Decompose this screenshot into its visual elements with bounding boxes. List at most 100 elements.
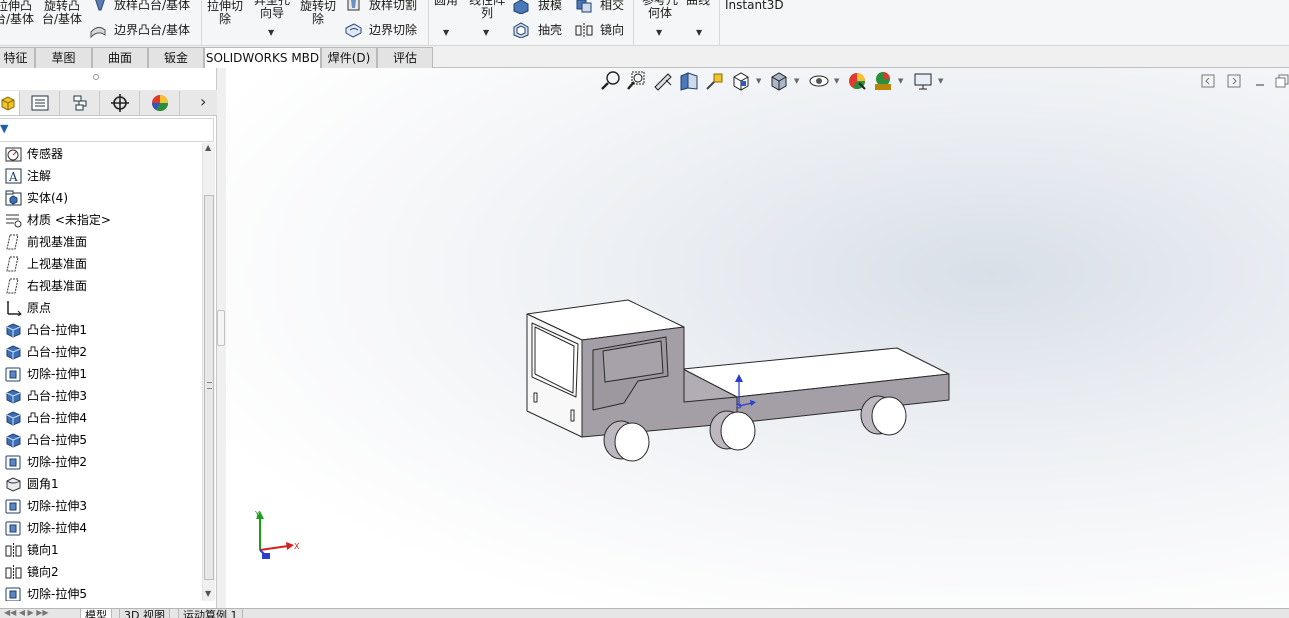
tree-item[interactable]: 镜向1 [0,539,200,561]
tree-scroll-thumb[interactable] [204,195,214,580]
tree-item[interactable]: 实体(4) [0,187,200,209]
mirror-icon [5,543,22,558]
boss-extrude-icon [6,345,21,360]
tab-display-manager[interactable] [140,91,180,115]
tree-item[interactable]: 切除-拉伸2 [0,451,200,473]
tab-configuration-manager[interactable] [60,91,100,115]
intersect-icon [576,0,592,13]
tab-surfaces[interactable]: 曲面 [92,47,148,68]
shell-icon [513,22,529,38]
tree-item[interactable]: 切除-拉伸5 [0,583,200,601]
mirror-icon [575,23,593,38]
scroll-down-arrow-icon[interactable]: ▼ [205,589,211,598]
tree-scrollbar[interactable]: ▲ ▼ [202,143,215,601]
loft-boss-button[interactable]: 放样凸台/基体 [114,0,190,12]
tree-item[interactable]: 原点 [0,297,200,319]
tab-sheet-metal[interactable]: 钣金 [148,47,204,68]
revolve-boss-button[interactable]: 旋转凸 台/基体 [40,0,84,26]
tree-item-label: 注解 [27,169,52,183]
boundary-cut-button[interactable]: 边界切除 [369,24,417,37]
revolve-cut-button[interactable]: 旋转切 除 [297,0,339,26]
feature-tree: 传感器 A 注解 实体(4) 材质 <未指定> 前视基准面 上视基准面 右视基准面 原点 凸台-拉… [0,143,201,601]
truck-model[interactable] [226,68,1289,608]
tree-item-label: 凸台-拉伸5 [27,433,87,447]
loft-cut-button[interactable]: 放样切割 [369,0,417,12]
tab-property-manager[interactable] [20,91,60,115]
instant3d-button[interactable]: Instant3D [725,0,784,12]
tree-item[interactable]: 前视基准面 [0,231,200,253]
panel-more-arrow[interactable]: › [200,92,206,111]
svg-text:A: A [8,170,18,184]
tab-scroll-arrows[interactable]: ◀◀ ◀ ▶ ▶▶ [4,609,70,618]
tree-item[interactable]: 切除-拉伸4 [0,517,200,539]
plane-icon [6,256,19,272]
tree-item-label: 圆角1 [27,477,59,491]
tab-evaluate[interactable]: 评估 [377,47,433,68]
tab-sketch[interactable]: 草图 [35,47,92,68]
tree-filter-input[interactable]: ▼ [0,118,214,142]
origin-icon [7,301,22,316]
tab-features[interactable]: 特征 [0,47,35,68]
tab-dimxpert-manager[interactable] [100,91,140,115]
tree-item[interactable]: 上视基准面 [0,253,200,275]
pattern-dropdown-icon[interactable]: ▼ [483,28,489,37]
cut-extrude-icon [5,499,21,514]
command-manager-ribbon: 拉伸凸 台/基体 旋转凸 台/基体 放样凸台/基体 边界凸台/基体 拉伸切 除 … [0,0,1289,46]
panel-splitter-handle[interactable] [217,310,225,346]
tree-item[interactable]: 凸台-拉伸4 [0,407,200,429]
tree-item-label: 凸台-拉伸3 [27,389,87,403]
tab-motion-study-1[interactable]: 运动算例 1 [178,609,243,618]
tree-item[interactable]: 圆角1 [0,473,200,495]
fillet-dropdown-icon[interactable]: ▼ [443,28,449,37]
cut-extrude-icon [5,587,21,601]
tree-item[interactable]: 切除-拉伸1 [0,363,200,385]
draft-button[interactable]: 拔模 [538,0,562,12]
boss-extrude-icon [6,323,21,338]
panel-grip-handle[interactable] [93,74,99,80]
curves-dropdown-icon[interactable]: ▼ [696,28,702,37]
tree-item[interactable]: 切除-拉伸3 [0,495,200,517]
intersect-button[interactable]: 相交 [600,0,624,12]
reference-geometry-button[interactable]: 参考几 何体 [638,0,682,20]
fillet-icon [6,477,21,492]
scroll-up-arrow-icon[interactable]: ▲ [205,143,211,152]
tree-item[interactable]: A 注解 [0,165,200,187]
tree-item[interactable]: 右视基准面 [0,275,200,297]
extrude-boss-button[interactable]: 拉伸凸 台/基体 [0,0,34,26]
display-manager-icon [151,95,169,112]
tree-item[interactable]: 材质 <未指定> [0,209,200,231]
hole-wizard-button[interactable]: 异型孔 向导 [252,0,292,20]
extrude-cut-button[interactable]: 拉伸切 除 [205,0,245,26]
tree-item-label: 切除-拉伸5 [27,587,87,601]
hole-wizard-dropdown-icon[interactable]: ▼ [268,28,274,37]
tab-feature-manager[interactable] [0,91,20,115]
tab-model[interactable]: 模型 [80,609,112,618]
reference-geometry-dropdown-icon[interactable]: ▼ [656,28,662,37]
loft-cut-icon [347,0,360,11]
tab-3d-views[interactable]: 3D 视图 [119,609,170,618]
tree-item[interactable]: 凸台-拉伸1 [0,319,200,341]
tree-item[interactable]: 凸台-拉伸3 [0,385,200,407]
fillet-button[interactable]: 圆角 [434,0,458,7]
graphics-area[interactable]: ▼ ▼ ▼ ▼ ▼ Y X [226,68,1289,608]
wheel-front [614,422,650,462]
tree-item-label: 镜向1 [27,543,59,557]
tree-item[interactable]: 凸台-拉伸5 [0,429,200,451]
tab-solidworks-mbd[interactable]: SOLIDWORKS MBD [204,47,321,68]
mirror-button[interactable]: 镜向 [600,24,624,37]
tree-item-label: 切除-拉伸4 [27,521,87,535]
configuration-manager-icon [73,95,87,111]
plane-icon [6,278,19,294]
tree-item[interactable]: 传感器 [0,143,200,165]
tree-item[interactable]: 凸台-拉伸2 [0,341,200,363]
tree-item-label: 切除-拉伸2 [27,455,87,469]
tree-item-label: 镜向2 [27,565,59,579]
tree-item-label: 切除-拉伸1 [27,367,87,381]
tree-item-label: 切除-拉伸3 [27,499,87,513]
tree-item[interactable]: 镜向2 [0,561,200,583]
tab-weldments[interactable]: 焊件(D) [321,47,377,68]
curves-button[interactable]: 曲线 [686,0,710,7]
boundary-boss-button[interactable]: 边界凸台/基体 [114,24,190,37]
shell-button[interactable]: 抽壳 [538,24,562,37]
linear-pattern-button[interactable]: 线性阵 列 [465,0,509,20]
